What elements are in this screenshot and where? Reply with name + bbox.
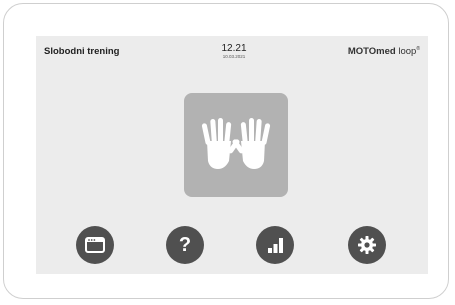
brand-logo: MOTOmed loop® xyxy=(348,46,420,57)
device-frame: Slobodni trening 12.21 10.03.2021 MOTOme… xyxy=(3,3,449,299)
settings-button[interactable] xyxy=(348,226,386,264)
touch-screen: Slobodni trening 12.21 10.03.2021 MOTOme… xyxy=(36,36,428,274)
brand-name-bold: MOTOmed xyxy=(347,46,396,58)
clock: 12.21 10.03.2021 xyxy=(214,43,254,60)
clock-date: 10.03.2021 xyxy=(222,54,246,59)
gear-icon xyxy=(358,236,376,254)
statistics-button[interactable] xyxy=(256,226,294,264)
help-button[interactable]: ? xyxy=(166,226,204,264)
clock-time: 12.21 xyxy=(221,43,247,54)
question-mark-icon: ? xyxy=(178,234,192,256)
hands-training-button[interactable] xyxy=(184,93,288,197)
window-button[interactable] xyxy=(76,226,114,264)
brand-name-rest: loop xyxy=(395,46,417,58)
page-title: Slobodni trening xyxy=(44,46,120,57)
brand-registered-mark: ® xyxy=(416,46,420,52)
hands-icon xyxy=(201,118,271,169)
bar-chart-icon xyxy=(268,238,283,253)
window-icon xyxy=(85,237,105,253)
